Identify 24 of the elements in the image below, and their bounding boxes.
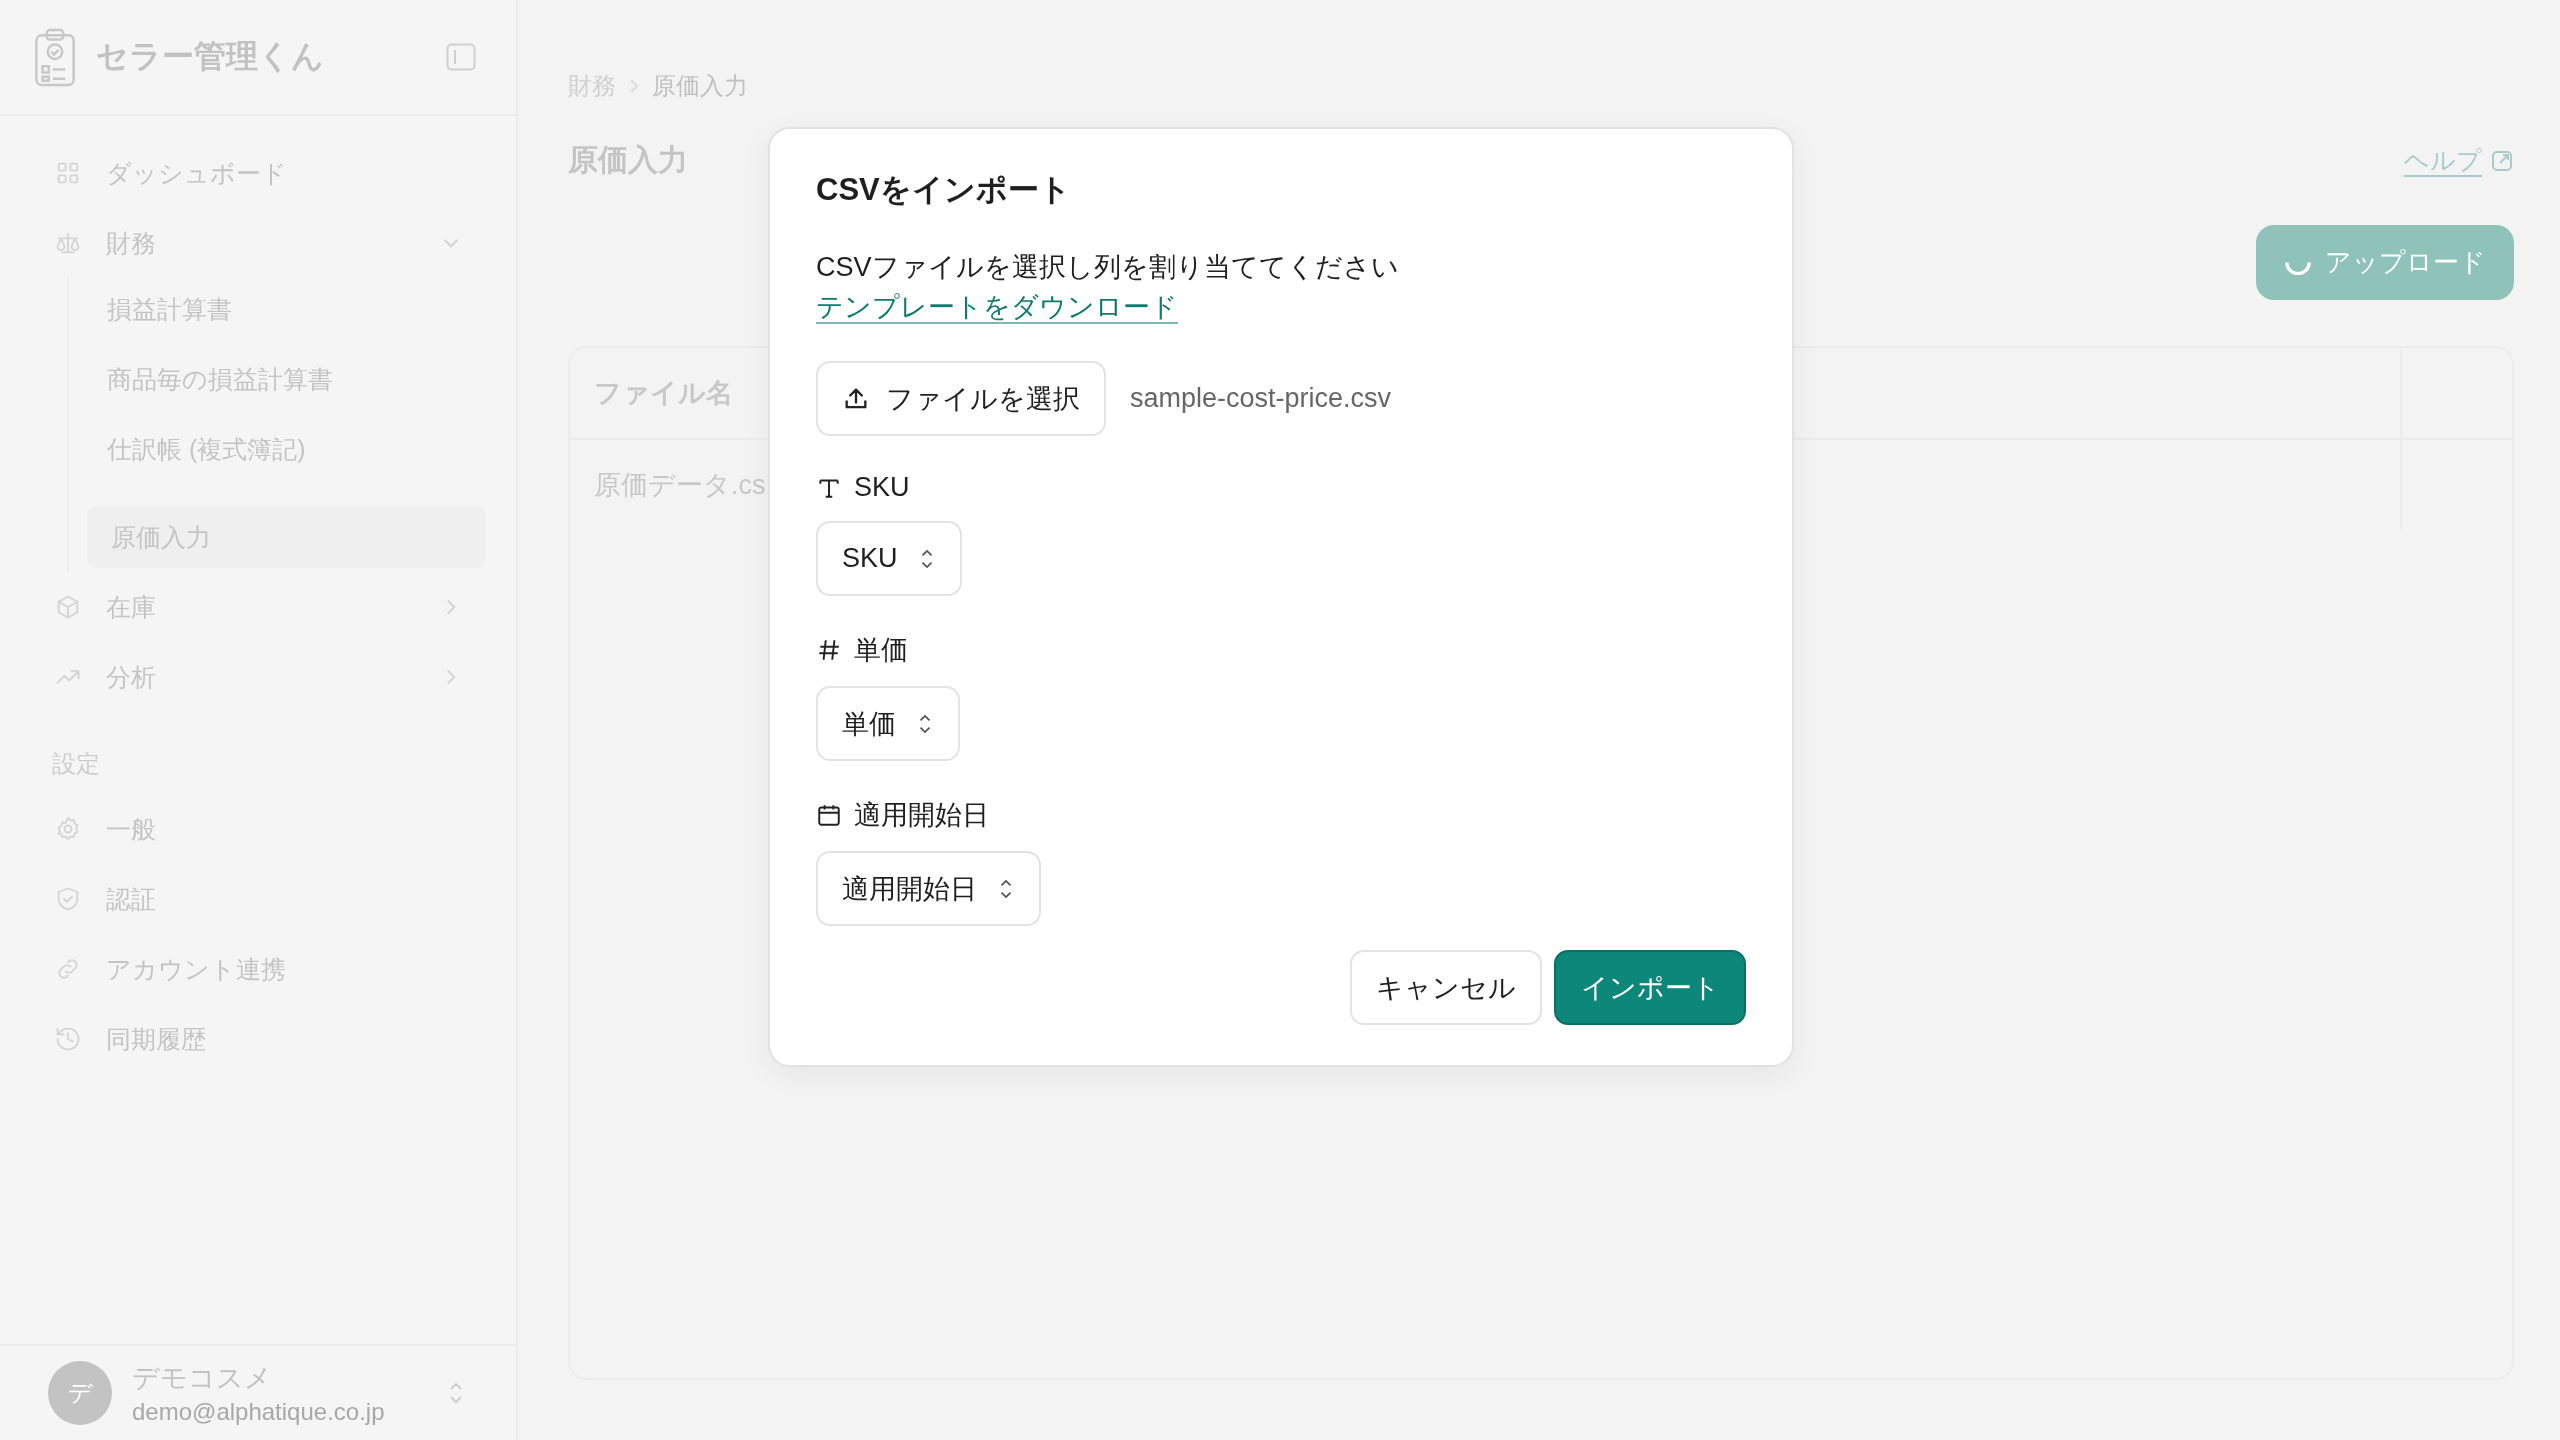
external-link-icon[interactable] — [2490, 148, 2514, 173]
column-select[interactable]: SKU — [816, 521, 962, 596]
import-button[interactable]: インポート — [1554, 950, 1746, 1025]
column-select[interactable]: 単価 — [816, 686, 960, 761]
dialog-description: CSVファイルを選択し列を割り当ててください — [816, 251, 1399, 284]
history-icon — [54, 1025, 82, 1053]
avatar: デ — [48, 1361, 112, 1425]
cancel-button[interactable]: キャンセル — [1350, 950, 1542, 1025]
spinner-icon — [2284, 260, 2311, 275]
file-name: sample-cost-price.csv — [1130, 383, 1392, 414]
field-label: SKU — [854, 472, 910, 503]
clipboard-icon — [34, 27, 76, 87]
sidebar-toggle-icon[interactable] — [446, 43, 476, 71]
column-select[interactable]: 適用開始日 — [816, 851, 1041, 926]
user-email: demo@alphatique.co.jp — [132, 1398, 386, 1426]
choose-file-button[interactable]: ファイルを選択 — [816, 361, 1106, 436]
hash-icon — [816, 637, 842, 663]
dialog-title: CSVをインポート — [816, 171, 1071, 209]
template-download-link[interactable]: テンプレートをダウンロード — [816, 289, 1178, 325]
upload-button[interactable]: アップロード — [2256, 225, 2514, 300]
field-label: 単価 — [854, 634, 908, 667]
help-link[interactable]: ヘルプ — [2404, 144, 2482, 177]
calendar-icon — [816, 802, 842, 828]
field-label: 適用開始日 — [854, 799, 989, 832]
